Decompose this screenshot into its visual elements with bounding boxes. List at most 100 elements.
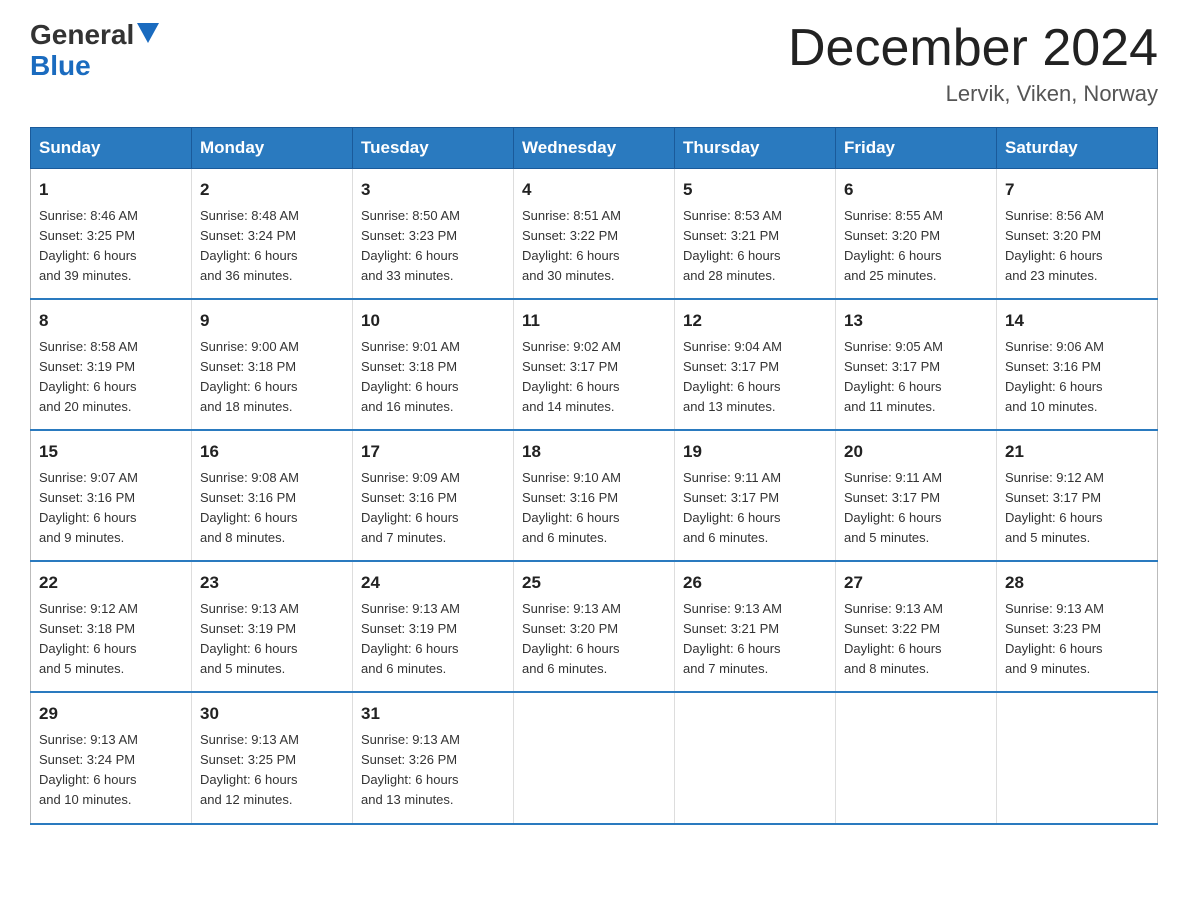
day-info: Sunrise: 8:53 AMSunset: 3:21 PMDaylight:…: [683, 206, 827, 287]
header-cell-thursday: Thursday: [675, 128, 836, 169]
page-header: General Blue December 2024 Lervik, Viken…: [30, 20, 1158, 107]
day-info: Sunrise: 8:46 AMSunset: 3:25 PMDaylight:…: [39, 206, 183, 287]
logo-text-blue: Blue: [30, 50, 91, 81]
day-number: 29: [39, 701, 183, 727]
day-number: 7: [1005, 177, 1149, 203]
day-cell: 10 Sunrise: 9:01 AMSunset: 3:18 PMDayligh…: [353, 299, 514, 430]
week-row-1: 1Sunrise: 8:46 AMSunset: 3:25 PMDaylight…: [31, 169, 1158, 300]
day-cell: 8Sunrise: 8:58 AMSunset: 3:19 PMDaylight…: [31, 299, 192, 430]
day-info: Sunrise: 9:13 AMSunset: 3:21 PMDaylight:…: [683, 599, 827, 680]
day-info: Sunrise: 9:11 AMSunset: 3:17 PMDaylight:…: [683, 468, 827, 549]
day-info: Sunrise: 9:00 AMSunset: 3:18 PMDaylight:…: [200, 337, 344, 418]
day-cell: 30 Sunrise: 9:13 AMSunset: 3:25 PMDayligh…: [192, 692, 353, 823]
logo-triangle-icon: [137, 23, 159, 45]
day-cell: 28 Sunrise: 9:13 AMSunset: 3:23 PMDayligh…: [997, 561, 1158, 692]
day-info: Sunrise: 9:13 AMSunset: 3:24 PMDaylight:…: [39, 730, 183, 811]
day-number: 31: [361, 701, 505, 727]
day-number: 9: [200, 308, 344, 334]
day-number: 27: [844, 570, 988, 596]
day-info: Sunrise: 9:09 AMSunset: 3:16 PMDaylight:…: [361, 468, 505, 549]
day-cell: 17 Sunrise: 9:09 AMSunset: 3:16 PMDayligh…: [353, 430, 514, 561]
day-cell: 1Sunrise: 8:46 AMSunset: 3:25 PMDaylight…: [31, 169, 192, 300]
month-title: December 2024: [788, 20, 1158, 77]
day-info: Sunrise: 8:50 AMSunset: 3:23 PMDaylight:…: [361, 206, 505, 287]
day-number: 23: [200, 570, 344, 596]
day-cell: 25 Sunrise: 9:13 AMSunset: 3:20 PMDayligh…: [514, 561, 675, 692]
location-title: Lervik, Viken, Norway: [788, 81, 1158, 107]
day-info: Sunrise: 9:02 AMSunset: 3:17 PMDaylight:…: [522, 337, 666, 418]
day-cell: 13Sunrise: 9:05 AMSunset: 3:17 PMDayligh…: [836, 299, 997, 430]
day-info: Sunrise: 9:13 AMSunset: 3:20 PMDaylight:…: [522, 599, 666, 680]
calendar-body: 1Sunrise: 8:46 AMSunset: 3:25 PMDaylight…: [31, 169, 1158, 824]
day-info: Sunrise: 9:11 AMSunset: 3:17 PMDaylight:…: [844, 468, 988, 549]
day-info: Sunrise: 9:10 AMSunset: 3:16 PMDaylight:…: [522, 468, 666, 549]
day-cell: 11 Sunrise: 9:02 AMSunset: 3:17 PMDayligh…: [514, 299, 675, 430]
day-number: 18: [522, 439, 666, 465]
day-cell: [997, 692, 1158, 823]
day-number: 21: [1005, 439, 1149, 465]
day-info: Sunrise: 9:12 AMSunset: 3:18 PMDaylight:…: [39, 599, 183, 680]
day-info: Sunrise: 9:06 AMSunset: 3:16 PMDaylight:…: [1005, 337, 1149, 418]
day-number: 25: [522, 570, 666, 596]
day-cell: 7Sunrise: 8:56 AMSunset: 3:20 PMDaylight…: [997, 169, 1158, 300]
calendar-header: SundayMondayTuesdayWednesdayThursdayFrid…: [31, 128, 1158, 169]
day-info: Sunrise: 8:48 AMSunset: 3:24 PMDaylight:…: [200, 206, 344, 287]
day-info: Sunrise: 9:01 AMSunset: 3:18 PMDaylight:…: [361, 337, 505, 418]
day-cell: 4Sunrise: 8:51 AMSunset: 3:22 PMDaylight…: [514, 169, 675, 300]
day-number: 4: [522, 177, 666, 203]
day-cell: 16 Sunrise: 9:08 AMSunset: 3:16 PMDayligh…: [192, 430, 353, 561]
day-number: 30: [200, 701, 344, 727]
week-row-3: 15 Sunrise: 9:07 AMSunset: 3:16 PMDayligh…: [31, 430, 1158, 561]
day-number: 11: [522, 308, 666, 334]
day-number: 16: [200, 439, 344, 465]
day-cell: 14 Sunrise: 9:06 AMSunset: 3:16 PMDayligh…: [997, 299, 1158, 430]
day-info: Sunrise: 8:55 AMSunset: 3:20 PMDaylight:…: [844, 206, 988, 287]
day-cell: 22 Sunrise: 9:12 AMSunset: 3:18 PMDayligh…: [31, 561, 192, 692]
day-cell: 21Sunrise: 9:12 AMSunset: 3:17 PMDayligh…: [997, 430, 1158, 561]
title-section: December 2024 Lervik, Viken, Norway: [788, 20, 1158, 107]
day-info: Sunrise: 9:04 AMSunset: 3:17 PMDaylight:…: [683, 337, 827, 418]
week-row-5: 29 Sunrise: 9:13 AMSunset: 3:24 PMDayligh…: [31, 692, 1158, 823]
day-number: 14: [1005, 308, 1149, 334]
day-info: Sunrise: 9:08 AMSunset: 3:16 PMDaylight:…: [200, 468, 344, 549]
day-cell: 18 Sunrise: 9:10 AMSunset: 3:16 PMDayligh…: [514, 430, 675, 561]
day-number: 20: [844, 439, 988, 465]
header-cell-wednesday: Wednesday: [514, 128, 675, 169]
day-info: Sunrise: 9:13 AMSunset: 3:22 PMDaylight:…: [844, 599, 988, 680]
day-number: 12: [683, 308, 827, 334]
day-cell: 9 Sunrise: 9:00 AMSunset: 3:18 PMDaylight…: [192, 299, 353, 430]
day-cell: [836, 692, 997, 823]
day-cell: [514, 692, 675, 823]
day-info: Sunrise: 9:13 AMSunset: 3:19 PMDaylight:…: [200, 599, 344, 680]
day-info: Sunrise: 9:13 AMSunset: 3:19 PMDaylight:…: [361, 599, 505, 680]
day-info: Sunrise: 9:13 AMSunset: 3:26 PMDaylight:…: [361, 730, 505, 811]
day-number: 10: [361, 308, 505, 334]
day-cell: 23 Sunrise: 9:13 AMSunset: 3:19 PMDayligh…: [192, 561, 353, 692]
day-number: 15: [39, 439, 183, 465]
day-cell: 27 Sunrise: 9:13 AMSunset: 3:22 PMDayligh…: [836, 561, 997, 692]
day-info: Sunrise: 9:13 AMSunset: 3:23 PMDaylight:…: [1005, 599, 1149, 680]
day-number: 6: [844, 177, 988, 203]
day-number: 8: [39, 308, 183, 334]
day-info: Sunrise: 9:13 AMSunset: 3:25 PMDaylight:…: [200, 730, 344, 811]
day-info: Sunrise: 9:07 AMSunset: 3:16 PMDaylight:…: [39, 468, 183, 549]
header-cell-monday: Monday: [192, 128, 353, 169]
header-cell-saturday: Saturday: [997, 128, 1158, 169]
day-number: 22: [39, 570, 183, 596]
day-number: 17: [361, 439, 505, 465]
day-number: 28: [1005, 570, 1149, 596]
day-cell: 26 Sunrise: 9:13 AMSunset: 3:21 PMDayligh…: [675, 561, 836, 692]
day-cell: 19 Sunrise: 9:11 AMSunset: 3:17 PMDayligh…: [675, 430, 836, 561]
calendar-table: SundayMondayTuesdayWednesdayThursdayFrid…: [30, 127, 1158, 824]
day-number: 19: [683, 439, 827, 465]
header-row: SundayMondayTuesdayWednesdayThursdayFrid…: [31, 128, 1158, 169]
header-cell-friday: Friday: [836, 128, 997, 169]
day-cell: 5Sunrise: 8:53 AMSunset: 3:21 PMDaylight…: [675, 169, 836, 300]
day-number: 26: [683, 570, 827, 596]
day-cell: 31 Sunrise: 9:13 AMSunset: 3:26 PMDayligh…: [353, 692, 514, 823]
day-number: 24: [361, 570, 505, 596]
day-cell: 20 Sunrise: 9:11 AMSunset: 3:17 PMDayligh…: [836, 430, 997, 561]
day-cell: 6 Sunrise: 8:55 AMSunset: 3:20 PMDaylight…: [836, 169, 997, 300]
header-cell-sunday: Sunday: [31, 128, 192, 169]
day-cell: 15 Sunrise: 9:07 AMSunset: 3:16 PMDayligh…: [31, 430, 192, 561]
